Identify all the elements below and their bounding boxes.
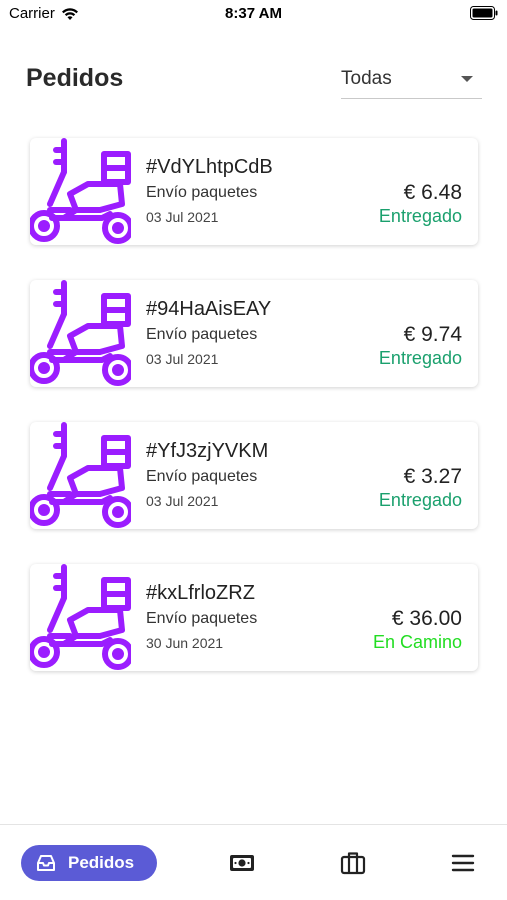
filter-selected-value: Todas bbox=[341, 68, 392, 89]
order-id: #YfJ3zjYVKM bbox=[146, 440, 269, 462]
order-list: #VdYLhtpCdB Envío paquetes 03 Jul 2021 €… bbox=[30, 138, 478, 706]
scooter-icon bbox=[30, 280, 131, 386]
order-service: Envío paquetes bbox=[146, 610, 258, 627]
order-date: 03 Jul 2021 bbox=[146, 209, 219, 225]
order-date: 30 Jun 2021 bbox=[146, 635, 224, 651]
order-status: Entregado bbox=[378, 490, 462, 510]
order-status: En Camino bbox=[372, 632, 462, 652]
chevron-down-icon bbox=[461, 76, 473, 82]
scooter-icon bbox=[30, 138, 131, 244]
scooter-icon bbox=[30, 422, 131, 528]
order-price: € 3.27 bbox=[403, 465, 462, 488]
order-price: € 9.74 bbox=[403, 323, 462, 346]
order-price: € 36.00 bbox=[391, 607, 462, 630]
order-price: € 6.48 bbox=[403, 181, 462, 204]
briefcase-icon[interactable] bbox=[340, 851, 366, 875]
order-status: Entregado bbox=[378, 206, 462, 226]
nav-item-pedidos[interactable]: Pedidos bbox=[21, 845, 157, 881]
nav-item-label: Pedidos bbox=[68, 853, 135, 872]
scooter-icon bbox=[30, 564, 131, 670]
order-date: 03 Jul 2021 bbox=[146, 493, 219, 509]
order-id: #94HaAisEAY bbox=[146, 298, 272, 320]
order-service: Envío paquetes bbox=[146, 184, 258, 201]
order-service: Envío paquetes bbox=[146, 326, 258, 343]
cash-icon[interactable] bbox=[229, 851, 255, 875]
inbox-icon bbox=[37, 855, 55, 871]
menu-icon[interactable] bbox=[450, 851, 476, 875]
bottom-nav: Pedidos bbox=[0, 824, 507, 900]
status-time: 8:37 AM bbox=[225, 5, 282, 22]
order-card[interactable]: #kxLfrloZRZ Envío paquetes 30 Jun 2021 €… bbox=[30, 564, 478, 671]
order-date: 03 Jul 2021 bbox=[146, 351, 219, 367]
order-id: #VdYLhtpCdB bbox=[146, 156, 273, 178]
order-card[interactable]: #94HaAisEAY Envío paquetes 03 Jul 2021 €… bbox=[30, 280, 478, 387]
page-title: Pedidos bbox=[26, 64, 124, 92]
order-id: #kxLfrloZRZ bbox=[146, 582, 255, 604]
order-service: Envío paquetes bbox=[146, 468, 258, 485]
order-status: Entregado bbox=[378, 348, 462, 368]
status-bar: Carrier 8:37 AM bbox=[0, 0, 507, 30]
status-filter-select[interactable]: Todas bbox=[341, 66, 482, 99]
order-card[interactable]: #VdYLhtpCdB Envío paquetes 03 Jul 2021 €… bbox=[30, 138, 478, 245]
battery-icon bbox=[470, 6, 498, 20]
order-card[interactable]: #YfJ3zjYVKM Envío paquetes 03 Jul 2021 €… bbox=[30, 422, 478, 529]
